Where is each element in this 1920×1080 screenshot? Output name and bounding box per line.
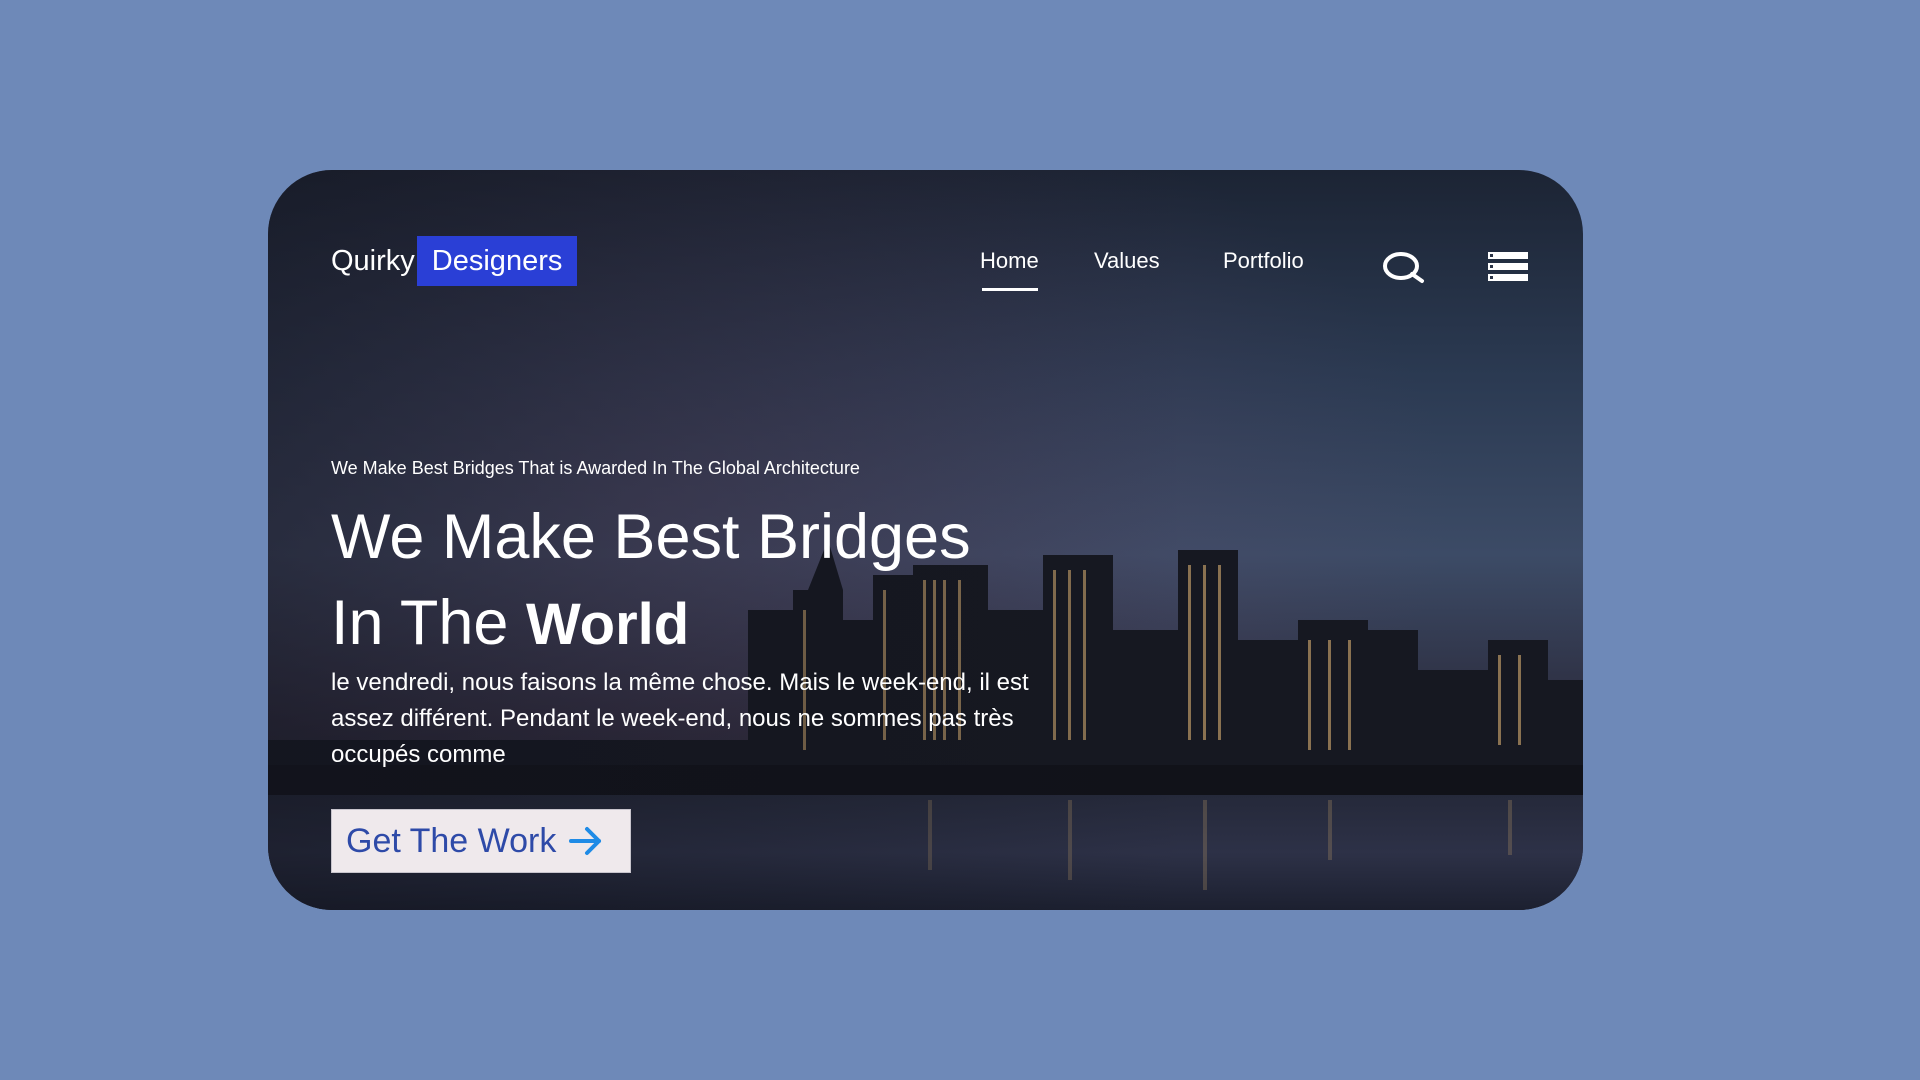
arrow-right-icon (569, 827, 602, 855)
menu-icon[interactable] (1488, 252, 1528, 282)
headline-line-2: In The World (331, 580, 971, 668)
page: Quirky Designers Home Values Portfolio W… (0, 0, 1920, 1080)
headline-line-2-regular: In The (331, 588, 509, 658)
hero-card: Quirky Designers Home Values Portfolio W… (268, 170, 1583, 910)
nav-item-portfolio[interactable]: Portfolio (1223, 248, 1304, 274)
headline-line-1: We Make Best Bridges (331, 502, 971, 572)
hero-eyebrow: We Make Best Bridges That is Awarded In … (331, 458, 860, 478)
nav-active-indicator (982, 288, 1038, 291)
cta-label: Get The Work (346, 821, 557, 860)
hero-description: le vendredi, nous faisons la même chose.… (331, 669, 1029, 768)
hero-headline: We Make Best Bridges In The World (331, 494, 971, 668)
nav-item-values[interactable]: Values (1094, 248, 1160, 274)
search-icon[interactable] (1382, 250, 1426, 284)
nav-item-home[interactable]: Home (980, 248, 1039, 274)
get-the-work-button[interactable]: Get The Work (331, 809, 631, 873)
headline-line-2-bold: World (525, 592, 690, 657)
